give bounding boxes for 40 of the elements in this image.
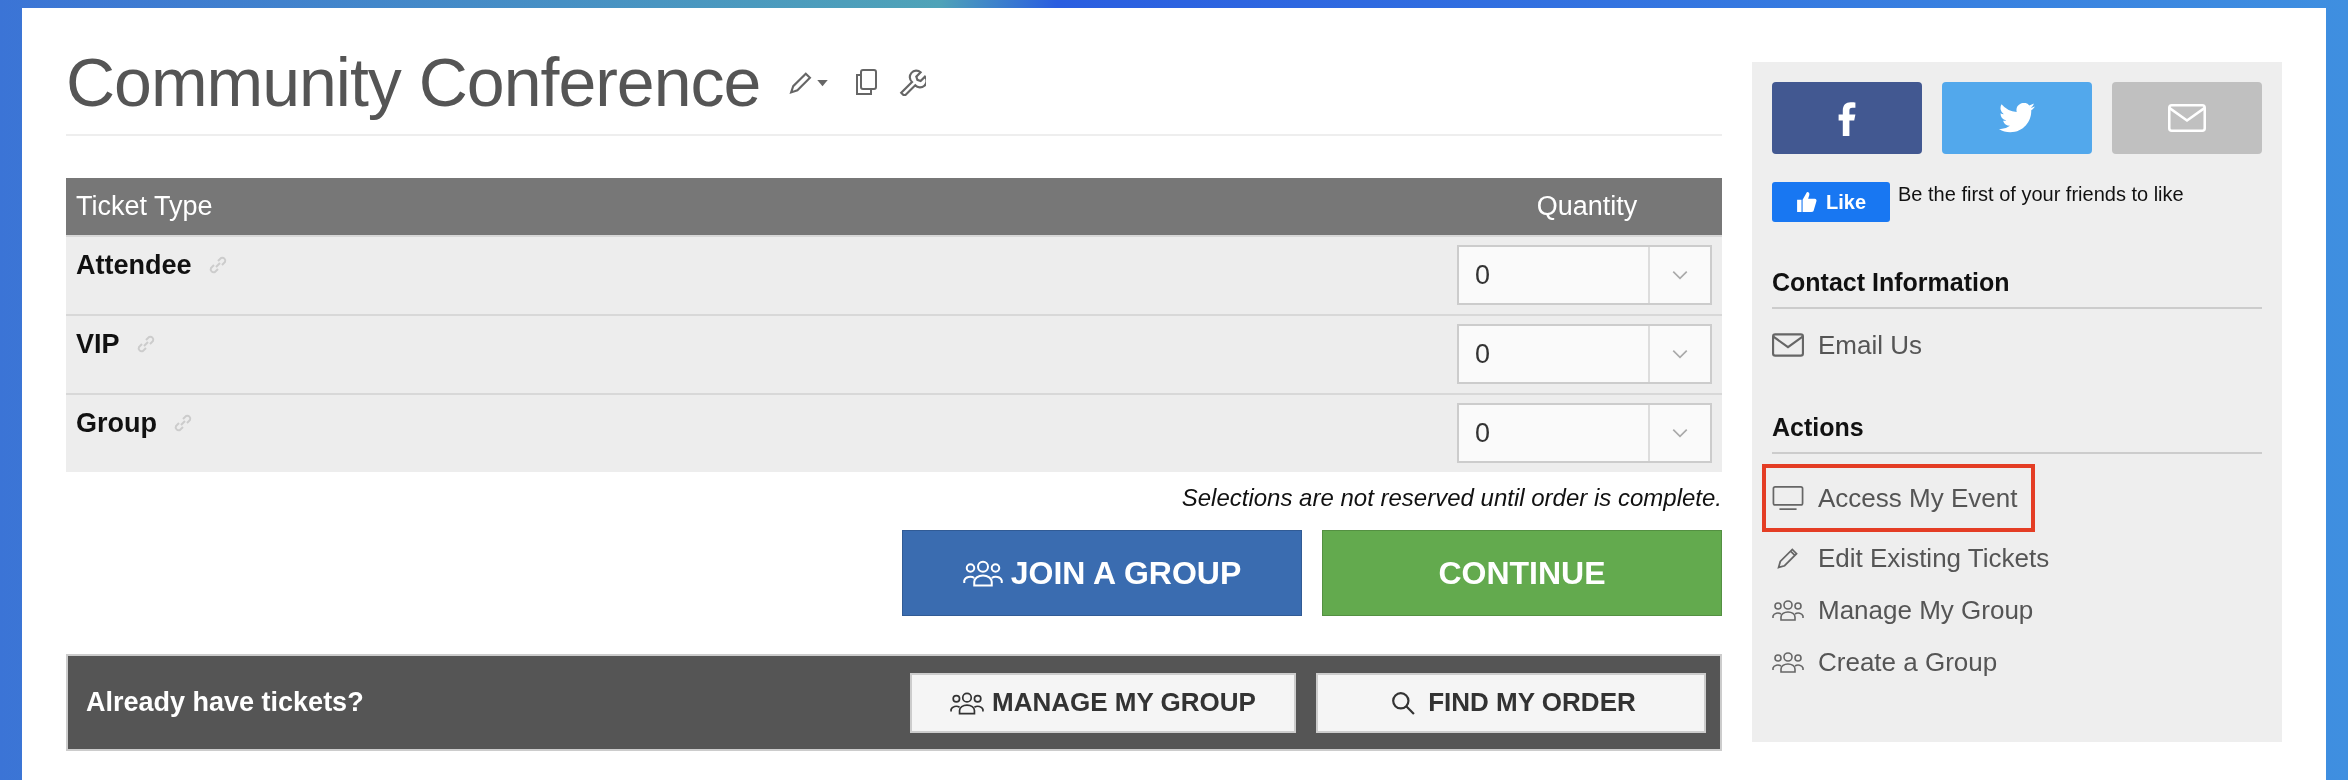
ticket-name: VIP bbox=[76, 328, 120, 360]
people-icon bbox=[1772, 650, 1804, 674]
reservation-note: Selections are not reserved until order is complete. bbox=[1180, 484, 1722, 512]
join-group-button[interactable]: JOIN A GROUP bbox=[902, 530, 1302, 616]
envelope-icon bbox=[2168, 104, 2206, 132]
sidebar-link[interactable]: Access My Event bbox=[1762, 464, 2036, 532]
column-header: Ticket Type bbox=[76, 191, 213, 222]
like-button[interactable]: Like bbox=[1772, 182, 1890, 222]
quantity-dropdown[interactable]: 0 bbox=[1457, 324, 1712, 384]
email-share-button[interactable] bbox=[2112, 82, 2262, 154]
sidebar-link[interactable]: Create a Group bbox=[1766, 636, 2008, 688]
quantity-dropdown[interactable]: 0 bbox=[1457, 245, 1712, 305]
manage-group-button[interactable]: MANAGE MY GROUP bbox=[910, 672, 1296, 733]
quantity-dropdown[interactable]: 0 bbox=[1457, 403, 1712, 463]
event-title: Community Conference bbox=[66, 43, 761, 121]
chevron-icon bbox=[1671, 427, 1689, 439]
existing-tickets-label: Already have tickets? bbox=[86, 687, 364, 718]
chevron-icon bbox=[1671, 348, 1689, 360]
like-prompt: Be the first of your friends to like bbox=[1898, 182, 2184, 206]
envelope-icon bbox=[1772, 333, 1804, 357]
ticket-name: Attendee bbox=[76, 249, 192, 281]
facebook-icon bbox=[1837, 100, 1857, 136]
sidebar-link[interactable]: Edit Existing Tickets bbox=[1766, 532, 2060, 584]
find-order-button[interactable]: FIND MY ORDER bbox=[1316, 672, 1706, 733]
facebook-share-button[interactable] bbox=[1772, 82, 1922, 154]
ticket-name: Group bbox=[76, 407, 157, 439]
column-header: Quantity bbox=[1535, 191, 1639, 222]
sidebar-link[interactable]: Manage My Group bbox=[1766, 584, 2044, 636]
people-icon bbox=[962, 559, 1003, 587]
people-icon bbox=[1772, 598, 1804, 622]
sidebar-link[interactable]: Email Us bbox=[1766, 319, 1932, 371]
twitter-share-button[interactable] bbox=[1942, 82, 2092, 154]
people-icon bbox=[950, 690, 985, 715]
thumbs-up-icon bbox=[1796, 191, 1818, 213]
chevron-icon bbox=[1671, 269, 1689, 281]
section-heading: Actions bbox=[1772, 413, 2262, 454]
bird-icon bbox=[1999, 103, 2035, 133]
monitor-icon bbox=[1772, 486, 1804, 510]
section-heading: Contact Information bbox=[1772, 268, 2262, 309]
wrench-icon[interactable] bbox=[898, 68, 927, 96]
